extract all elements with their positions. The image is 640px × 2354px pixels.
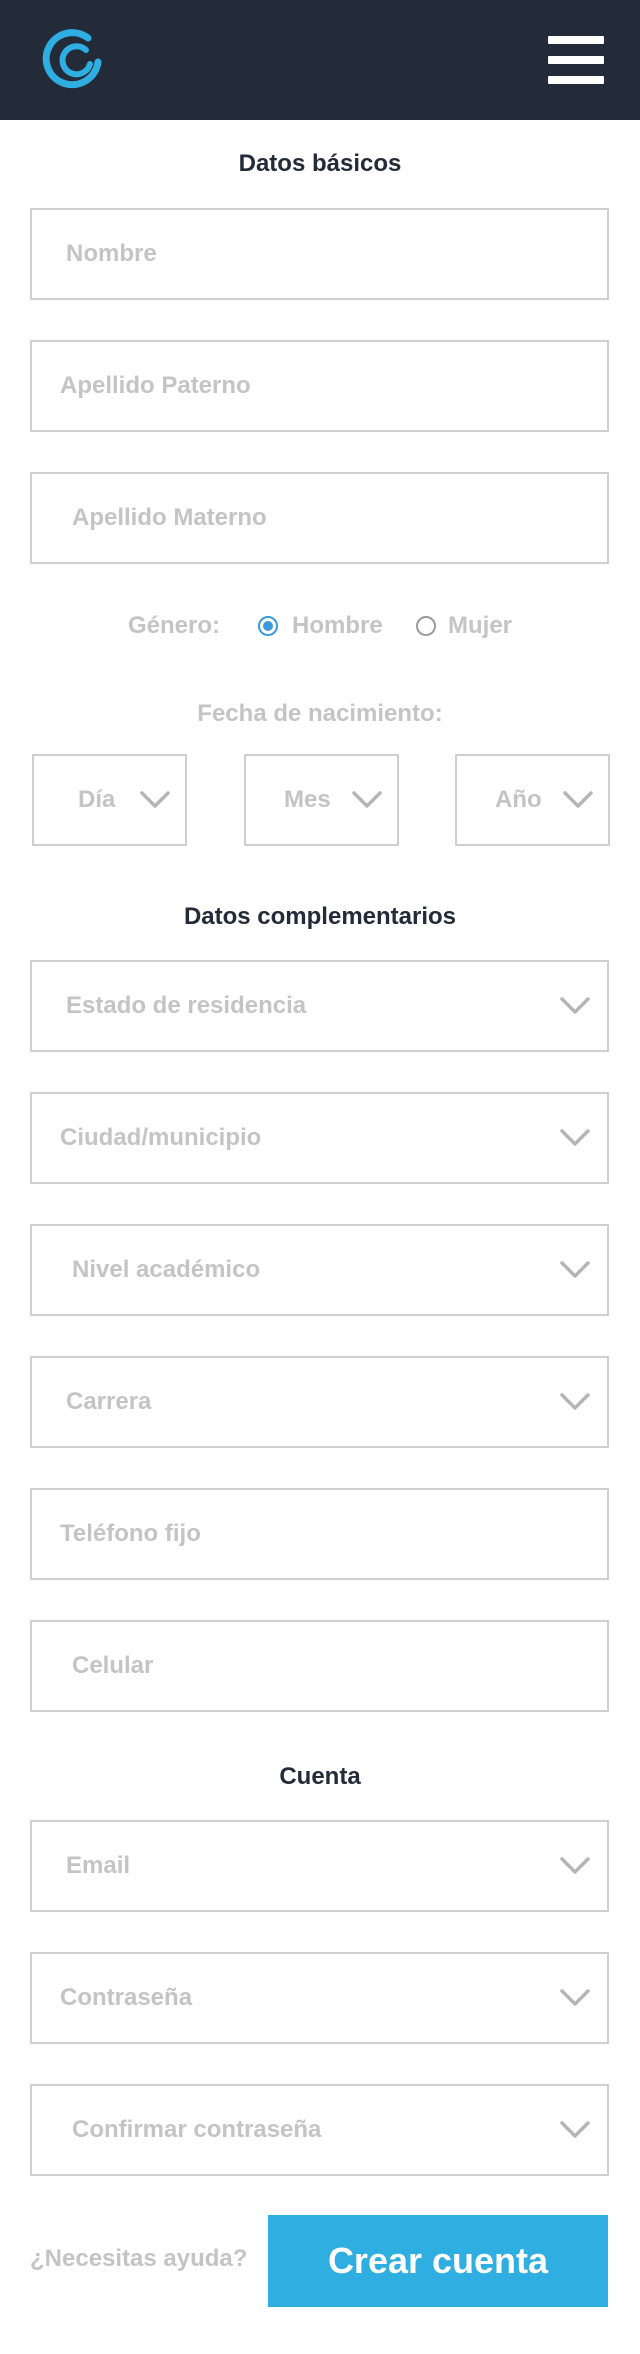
password-placeholder: Contraseña (60, 1984, 193, 2011)
confirm-password-placeholder: Confirmar contraseña (72, 2116, 322, 2143)
celular-field[interactable]: Celular (30, 1620, 609, 1712)
create-account-button[interactable]: Crear cuenta (268, 2215, 608, 2307)
apellido-materno-placeholder: Apellido Materno (72, 504, 267, 531)
carrera-select-label: Carrera (66, 1388, 152, 1415)
celular-placeholder: Celular (72, 1652, 154, 1679)
carrera-select[interactable]: Carrera (30, 1356, 609, 1448)
apellido-materno-field[interactable]: Apellido Materno (30, 472, 609, 564)
day-select[interactable]: Día (32, 754, 187, 846)
password-field[interactable]: Contraseña (30, 1952, 609, 2044)
email-placeholder: Email (66, 1852, 131, 1879)
birth-date-label: Fecha de nacimiento: (197, 700, 443, 727)
nombre-field[interactable]: Nombre (30, 208, 609, 300)
chevron-down-icon (560, 1857, 590, 1874)
radio-mujer[interactable] (416, 616, 436, 636)
swirl-logo-icon[interactable] (38, 24, 106, 92)
chevron-down-icon (560, 1989, 590, 2006)
year-select-label: Año (495, 786, 542, 813)
apellido-paterno-placeholder: Apellido Paterno (60, 372, 251, 399)
month-select-label: Mes (284, 786, 331, 813)
chevron-down-icon (560, 997, 590, 1014)
radio-hombre-label[interactable]: Hombre (292, 608, 383, 644)
nombre-placeholder: Nombre (66, 240, 157, 267)
chevron-down-icon (560, 1129, 590, 1146)
app-header (0, 0, 640, 120)
apellido-paterno-field[interactable]: Apellido Paterno (30, 340, 609, 432)
nivel-academico-select[interactable]: Nivel académico (30, 1224, 609, 1316)
radio-mujer-label[interactable]: Mujer (448, 608, 512, 644)
chevron-down-icon (560, 2121, 590, 2138)
month-select[interactable]: Mes (244, 754, 399, 846)
help-link[interactable]: ¿Necesitas ayuda? (30, 2245, 247, 2273)
telefono-fijo-placeholder: Teléfono fijo (60, 1520, 201, 1547)
section-title-account: Cuenta (279, 1763, 361, 1790)
ciudad-select-label: Ciudad/municipio (60, 1124, 262, 1151)
ciudad-select[interactable]: Ciudad/municipio (30, 1092, 609, 1184)
day-select-label: Día (78, 786, 116, 813)
telefono-fijo-field[interactable]: Teléfono fijo (30, 1488, 609, 1580)
estado-select-label: Estado de residencia (66, 992, 307, 1019)
chevron-down-icon (352, 791, 382, 808)
section-title-extra: Datos complementarios (183, 903, 457, 930)
confirm-password-field[interactable]: Confirmar contraseña (30, 2084, 609, 2176)
radio-hombre[interactable] (258, 616, 278, 636)
gender-label: Género: (128, 612, 221, 639)
estado-select[interactable]: Estado de residencia (30, 960, 609, 1052)
chevron-down-icon (560, 1393, 590, 1410)
chevron-down-icon (140, 791, 170, 808)
gender-row: Género: Hombre Mujer (0, 608, 640, 644)
hamburger-menu-icon[interactable] (548, 36, 604, 84)
chevron-down-icon (563, 791, 593, 808)
year-select[interactable]: Año (455, 754, 610, 846)
nivel-academico-select-label: Nivel académico (72, 1256, 261, 1283)
email-field[interactable]: Email (30, 1820, 609, 1912)
section-title-basic: Datos básicos (238, 150, 402, 177)
chevron-down-icon (560, 1261, 590, 1278)
